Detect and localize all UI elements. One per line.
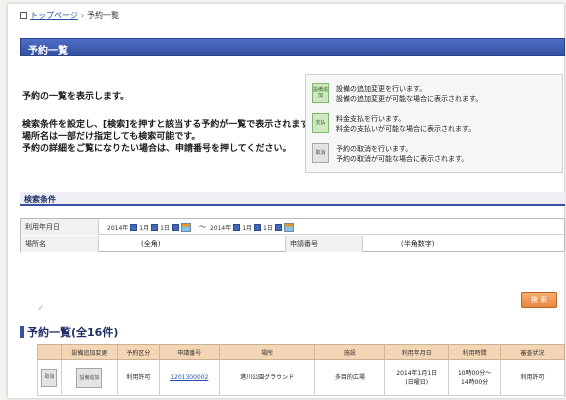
status-cell: 利用許可 bbox=[500, 359, 565, 396]
page: トップページ › 予約一覧 予約一覧 予約の一覧を表示します。 検索条件を設定し… bbox=[8, 4, 565, 398]
results-title: 予約一覧(全16件) bbox=[27, 326, 119, 339]
header-cell: 申請番号 bbox=[158, 344, 220, 360]
search-button[interactable]: 検 索 bbox=[521, 292, 557, 308]
legend-row-equipment: 設備追加 設備の追加変更を行います。 設備の追加変更が可能な場合に表示されます。 bbox=[312, 81, 558, 109]
breadcrumb-separator: › bbox=[80, 11, 85, 20]
from-month-select[interactable]: 1月 bbox=[139, 223, 159, 232]
to-day-select[interactable]: 1日 bbox=[263, 223, 282, 232]
application-number-link[interactable]: 1201300002 bbox=[170, 374, 208, 381]
header-cell: 予約区分 bbox=[116, 344, 160, 360]
appno-input[interactable]: (半角数字) bbox=[401, 236, 551, 252]
dropdown-arrow-icon bbox=[254, 223, 262, 231]
home-icon bbox=[20, 12, 27, 19]
from-day-select[interactable]: 1日 bbox=[160, 223, 179, 232]
dropdown-arrow-icon bbox=[151, 223, 159, 231]
breadcrumb-home-link[interactable]: トップページ bbox=[30, 10, 78, 21]
legend-cancel-button: 取消 bbox=[312, 143, 329, 163]
header-cell: 利用年月日 bbox=[384, 344, 450, 360]
search-form: 利用年月日 2014年 1月 1日 ～ 2014年 1月 1日 場所名 (全角)… bbox=[20, 218, 565, 252]
dropdown-arrow-icon bbox=[171, 223, 179, 231]
page-title: 予約一覧 bbox=[28, 46, 68, 57]
table-header-row: 設備追加変更 予約区分 申請番号 場所 施設 利用年月日 利用時間 審査状況 bbox=[37, 344, 565, 360]
dropdown-arrow-icon bbox=[274, 223, 282, 231]
range-separator: ～ bbox=[198, 223, 206, 231]
cursor-icon: ✓ bbox=[38, 304, 44, 312]
legend-payment-button: 支払 bbox=[312, 113, 329, 133]
legend-equipment-button: 設備追加 bbox=[312, 83, 329, 103]
legend-text: 料金の支払いが可能な場合に表示されます。 bbox=[336, 125, 476, 133]
from-year-select[interactable]: 2014年 bbox=[107, 223, 138, 232]
place-label: 場所名 bbox=[21, 236, 99, 252]
table-row: 取消 設備追加 利用許可 1201300002 港川公園グラウンド 多目的広場 … bbox=[37, 359, 565, 396]
place-input[interactable]: (全角) bbox=[141, 236, 281, 252]
page-title-bar: 予約一覧 bbox=[20, 38, 565, 57]
legend-text: 料金支払を行います。 bbox=[336, 115, 406, 123]
appno-label: 申請番号 bbox=[285, 236, 363, 252]
facility-cell: 多目的広場 bbox=[314, 359, 386, 396]
intro-line-1: 予約の一覧を表示します。 bbox=[22, 92, 130, 102]
header-cell: 審査状況 bbox=[500, 344, 565, 360]
legend-row-cancel: 取消 予約の取消を行います。 予約の取消が可能な場合に表示されます。 bbox=[312, 141, 558, 169]
search-row-place: 場所名 (全角) 申請番号 (半角数字) bbox=[21, 236, 564, 252]
heading-marker bbox=[20, 326, 24, 338]
cancel-cell: 取消 bbox=[37, 359, 62, 396]
header-cell: 場所 bbox=[218, 344, 316, 360]
legend-text: 設備の追加変更が可能な場合に表示されます。 bbox=[336, 95, 483, 103]
cancel-button[interactable]: 取消 bbox=[41, 368, 58, 387]
header-cell: 施設 bbox=[314, 344, 386, 360]
equipment-change-button[interactable]: 設備追加 bbox=[76, 367, 103, 388]
results-table: 設備追加変更 予約区分 申請番号 場所 施設 利用年月日 利用時間 審査状況 取… bbox=[37, 344, 565, 396]
type-cell: 利用許可 bbox=[116, 359, 160, 396]
appno-cell: 1201300002 bbox=[158, 359, 220, 396]
results-heading: 予約一覧(全16件) bbox=[20, 324, 118, 340]
legend-row-payment: 支払 料金支払を行います。 料金の支払いが可能な場合に表示されます。 bbox=[312, 111, 558, 139]
legend-text: 予約の取消が可能な場合に表示されます。 bbox=[336, 155, 469, 163]
place-cell: 港川公園グラウンド bbox=[218, 359, 316, 396]
date-range: 2014年 1月 1日 ～ 2014年 1月 1日 bbox=[107, 219, 557, 235]
search-section-header: 検索条件 bbox=[20, 192, 565, 206]
dropdown-arrow-icon bbox=[233, 223, 241, 231]
button-legend: 設備追加 設備の追加変更を行います。 設備の追加変更が可能な場合に表示されます。… bbox=[305, 74, 563, 173]
search-row-date: 利用年月日 2014年 1月 1日 ～ 2014年 1月 1日 bbox=[21, 219, 564, 235]
intro-line-4: 予約の詳細をご覧になりたい場合は、申請番号を押してください。 bbox=[22, 144, 292, 154]
date-label: 利用年月日 bbox=[21, 219, 99, 235]
calendar-icon[interactable] bbox=[180, 222, 191, 232]
date-cell: 2014年1月1日 (日曜日) bbox=[384, 359, 450, 396]
breadcrumb: トップページ › 予約一覧 bbox=[20, 10, 119, 21]
time-cell: 10時00分～ 14時00分 bbox=[448, 359, 502, 396]
header-cell: 設備追加変更 bbox=[60, 344, 118, 360]
equipment-cell: 設備追加 bbox=[60, 359, 118, 396]
calendar-icon[interactable] bbox=[283, 222, 294, 232]
to-year-select[interactable]: 2014年 bbox=[210, 223, 241, 232]
header-cell-action bbox=[37, 344, 62, 360]
dropdown-arrow-icon bbox=[130, 223, 138, 231]
to-month-select[interactable]: 1月 bbox=[242, 223, 262, 232]
search-section-title: 検索条件 bbox=[24, 195, 56, 204]
legend-text: 設備の追加変更を行います。 bbox=[336, 85, 427, 93]
legend-text: 予約の取消を行います。 bbox=[336, 145, 413, 153]
breadcrumb-current: 予約一覧 bbox=[87, 11, 120, 20]
header-cell: 利用時間 bbox=[448, 344, 502, 360]
